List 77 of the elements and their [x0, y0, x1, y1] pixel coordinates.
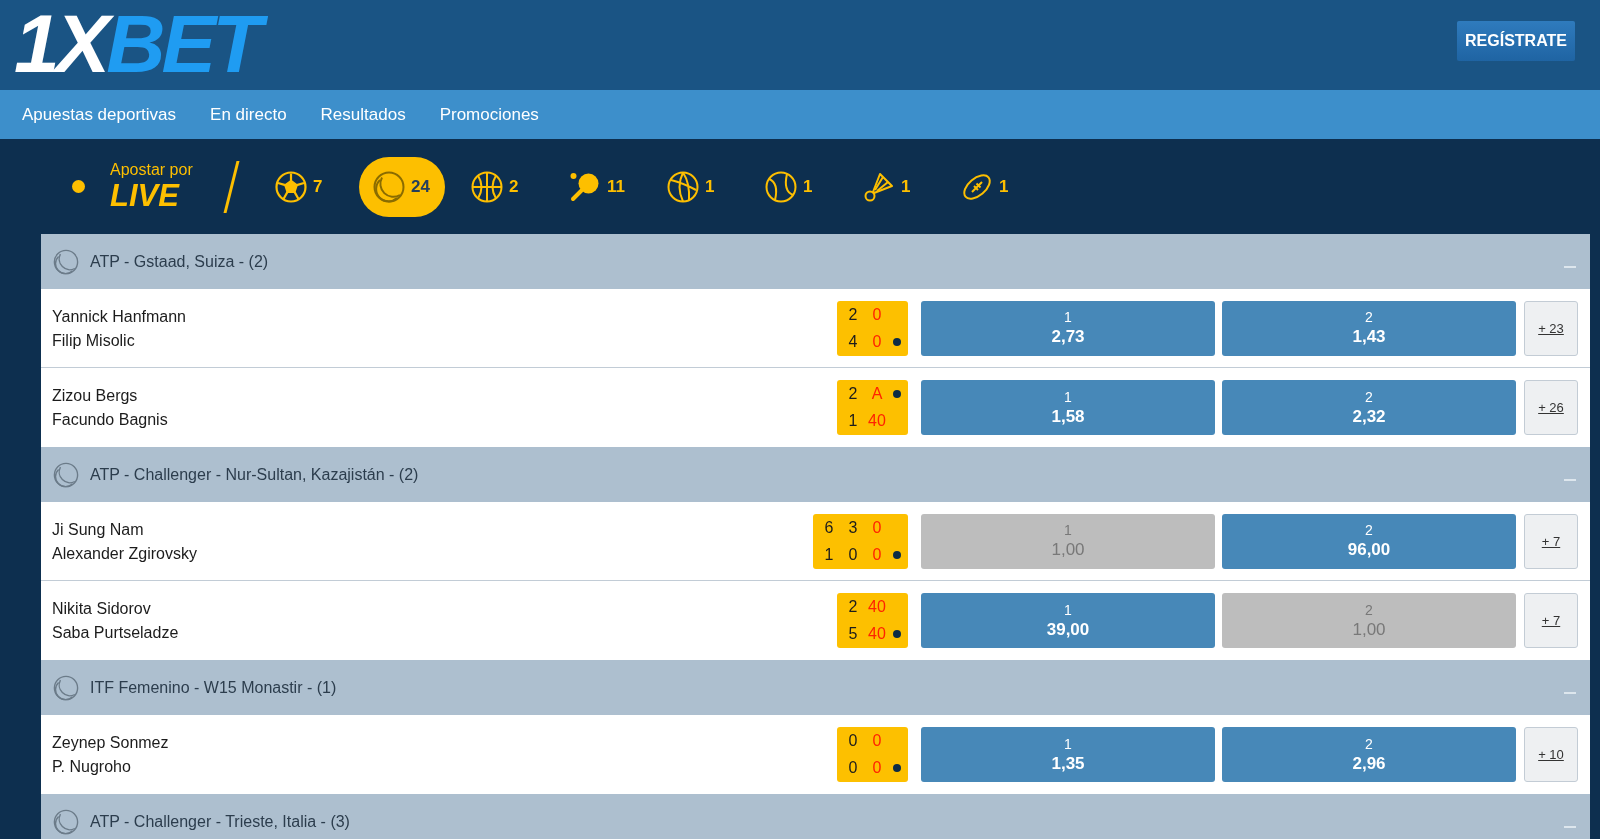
score-value: 1	[847, 412, 859, 430]
player-name: Alexander Zgirovsky	[52, 543, 198, 563]
more-markets-button[interactable]: + 7	[1524, 593, 1578, 648]
ring-ball-icon	[53, 461, 79, 488]
score-value: 0	[871, 732, 883, 750]
shuttlecock-icon	[863, 170, 895, 203]
more-markets-button[interactable]: + 10	[1524, 727, 1578, 782]
basketball-icon	[471, 170, 503, 203]
odds-button[interactable]: 2 2,96	[1222, 727, 1516, 782]
ring-ball-icon	[53, 248, 79, 275]
ring-ball-icon	[373, 170, 405, 203]
sport-filter-tab[interactable]: 24	[359, 156, 445, 217]
score-value: 0	[847, 545, 859, 564]
player-name: Filip Misolic	[52, 330, 136, 350]
score-value: 2	[847, 385, 859, 403]
odds-button[interactable]: 1 2,73	[921, 300, 1215, 356]
register-button[interactable]: REGÍSTRATE	[1457, 21, 1575, 61]
player-name: Ji Sung Nam	[52, 519, 145, 539]
live-caption: Apostar por	[110, 161, 194, 179]
score-value: 0	[871, 518, 883, 537]
player-name: Facundo Bagnis	[52, 410, 169, 429]
league-title: ATP - Challenger - Nur-Sultan, Kazajistán - (2)	[90, 465, 420, 484]
score-value: 4	[847, 332, 859, 351]
score-value: 6	[823, 518, 835, 537]
odds-button[interactable]: 2 96,00	[1222, 513, 1516, 569]
ring-ball-icon	[53, 808, 79, 835]
sport-filter-tab[interactable]: 11	[555, 156, 641, 217]
score-value: 0	[871, 545, 883, 564]
score-value: 0	[871, 332, 883, 351]
more-markets-button[interactable]: + 23	[1524, 300, 1578, 356]
live-dot-icon	[72, 180, 85, 193]
player-name: P. Nugroho	[52, 757, 132, 776]
soccer-ball-icon	[275, 170, 307, 203]
player-name: Saba Purtseladze	[52, 623, 180, 642]
sport-filter-tab[interactable]: 1	[849, 156, 935, 217]
league-title: ATP - Challenger - Trieste, Italia - (3)	[90, 812, 351, 831]
score-value: A	[870, 385, 884, 403]
sport-filter-tab[interactable]: 2	[457, 156, 543, 217]
ping-pong-paddle-icon	[569, 170, 601, 203]
league-title: ATP - Gstaad, Suiza - (2)	[90, 252, 270, 271]
score-value: 2	[847, 598, 859, 616]
score-value: 1	[823, 545, 835, 564]
odds-button[interactable]: 1 1,58	[921, 380, 1215, 435]
more-markets-button[interactable]: + 26	[1524, 380, 1578, 435]
score-value: 0	[871, 305, 883, 324]
score-value: 2	[847, 305, 859, 324]
league-title: ITF Femenino - W15 Monastir - (1)	[90, 678, 338, 697]
sport-filter-tab[interactable]: 7	[261, 156, 347, 217]
score-value: 0	[871, 759, 883, 777]
nav-link[interactable]: En directo	[210, 104, 287, 125]
score-value: 3	[847, 518, 859, 537]
odds-button[interactable]: 2 1,43	[1222, 300, 1516, 356]
sport-filter-tab[interactable]: 1	[947, 156, 1033, 217]
sport-filter-tab[interactable]: 1	[751, 156, 837, 217]
tennis-ball-icon	[765, 170, 797, 203]
odds-button[interactable]: 2 2,32	[1222, 380, 1516, 435]
nav-link[interactable]: Resultados	[320, 104, 406, 125]
player-name: Yannick Hanfmann	[52, 306, 187, 326]
ring-ball-icon	[53, 674, 79, 701]
sport-filter-tab[interactable]: 1	[653, 156, 739, 217]
score-value: 0	[847, 732, 859, 750]
score-value: 0	[847, 759, 859, 777]
odds-button[interactable]: 1 39,00	[921, 593, 1215, 648]
volleyball-icon	[667, 170, 699, 203]
nav-link[interactable]: Apuestas deportivas	[22, 104, 177, 125]
logo[interactable]: 1XBET	[8, 2, 273, 86]
odds-button[interactable]: 1 1,35	[921, 727, 1215, 782]
score-value: 5	[847, 625, 859, 643]
nav-link[interactable]: Promociones	[439, 104, 539, 125]
player-name: Nikita Sidorov	[52, 599, 152, 618]
score-value: 40	[867, 598, 887, 616]
player-name: Zeynep Sonmez	[52, 733, 170, 752]
player-name: Zizou Bergs	[52, 386, 139, 405]
score-value: 40	[867, 625, 887, 643]
live-label: LIVE	[110, 179, 181, 212]
score-value: 40	[867, 412, 887, 430]
more-markets-button[interactable]: + 7	[1524, 513, 1578, 569]
